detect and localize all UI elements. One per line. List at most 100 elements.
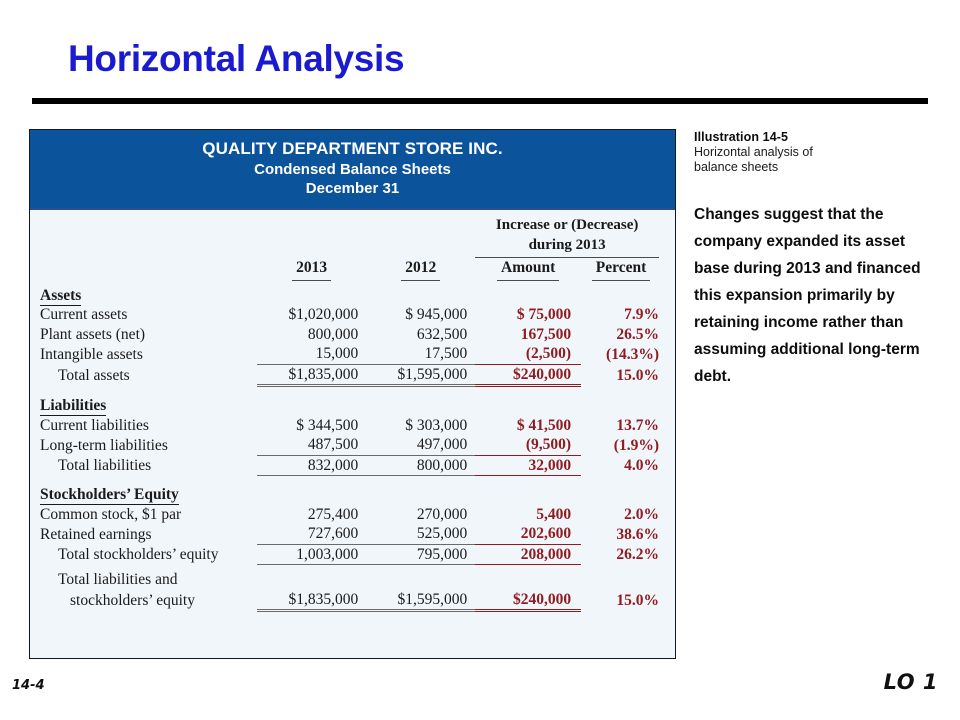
illustration-caption: Horizontal analysis of balance sheets [694,145,813,174]
section-heading-stockholders-equity: Stockholders’ Equity [40,486,179,505]
row-label: Common stock, $1 par [40,505,182,523]
exhibit-date: December 31 [305,180,400,197]
row-value-2013: $ 344,500 [296,416,359,434]
column-header-year-prior: 2012 [366,258,475,281]
table-row: Retained earnings 727,600 525,000 202,60… [40,524,661,545]
balance-sheet-body: Increase or (Decrease) during 2013 2013 … [30,210,675,618]
total-value-2012: $1,595,000 [366,364,476,387]
section-heading-row-assets: Assets [40,286,661,306]
row-value-2012: 17,500 [366,344,476,365]
row-value-2013: 15,000 [257,344,367,365]
total-label: Total stockholders’ equity [58,546,219,563]
grand-total-value-2012: $1,595,000 [366,589,476,612]
grand-total-value-percent: 15.0% [616,592,659,609]
group-header-line2: during 2013 [528,236,606,253]
row-value-2012: 497,000 [366,435,476,456]
row-label: Current assets [40,306,128,323]
row-value-2012: 270,000 [416,505,468,523]
row-label: Current liabilities [40,416,149,434]
table-row: Plant assets (net) 800,000 632,500 167,5… [40,325,661,345]
section-heading-row-equity: Stockholders’ Equity [40,485,661,505]
table-total-row: Total stockholders’ equity 1,003,000 795… [40,544,661,565]
row-value-percent: 26.5% [616,325,659,343]
total-value-percent: 15.0% [616,367,659,384]
section-heading-liabilities: Liabilities [40,397,107,416]
group-header-line1: Increase or (Decrease) [495,217,639,233]
total-label: Total assets [58,367,130,384]
column-header-percent: Percent [581,258,661,281]
column-header-amount: Amount [475,258,581,281]
balance-sheet-exhibit: QUALITY DEPARTMENT STORE INC. Condensed … [29,129,676,659]
exhibit-company-name: QUALITY DEPARTMENT STORE INC. [202,139,503,158]
group-header-spacer-y2 [366,216,475,258]
illustration-label: Illustration 14-5 [694,130,789,144]
total-value-amount: 208,000 [475,544,582,565]
row-spacer [40,386,661,397]
total-label: Total liabilities [58,457,152,474]
title-divider [32,98,928,104]
group-header-spacer-y1 [257,216,366,258]
table-row: Current assets $1,020,000 $ 945,000 $ 75… [40,305,661,325]
side-panel: Illustration 14-5 Horizontal analysis of… [694,130,944,390]
total-value-2013: 1,003,000 [257,544,367,565]
row-value-2013: 800,000 [307,325,359,343]
row-label: Long-term liabilities [40,436,168,454]
row-label: Retained earnings [40,525,152,543]
section-heading-assets: Assets [40,286,82,306]
row-value-amount: 202,600 [475,524,582,545]
row-value-percent: (1.9%) [613,436,659,454]
row-value-percent: 2.0% [624,505,659,523]
row-value-percent: 7.9% [624,306,659,323]
grand-total-label-line1: Total liabilities and [58,571,178,588]
row-label: Intangible assets [40,345,143,363]
row-value-percent: 13.7% [616,416,659,434]
group-header-spacer [40,216,257,258]
total-value-amount: 32,000 [475,455,582,476]
table-group-header-row: Increase or (Decrease) during 2013 [40,216,661,258]
table-total-row: Total liabilities 832,000 800,000 32,000… [40,455,661,476]
row-value-amount: $ 75,000 [516,306,572,323]
increase-decrease-group-header: Increase or (Decrease) during 2013 [475,216,661,258]
balance-sheet-table: Increase or (Decrease) during 2013 2013 … [40,216,661,612]
grand-total-row: stockholders’ equity $1,835,000 $1,595,0… [40,589,661,612]
column-header-label [40,258,257,281]
table-row: Intangible assets 15,000 17,500 (2,500) … [40,344,661,365]
total-value-percent: 26.2% [616,546,659,563]
grand-total-value-2013: $1,835,000 [257,589,367,612]
row-value-2012: $ 303,000 [405,416,468,434]
table-row: Current liabilities $ 344,500 $ 303,000 … [40,416,661,436]
row-spacer [40,476,661,486]
total-value-2012: 800,000 [366,455,476,476]
column-header-year-current: 2013 [257,258,366,281]
exhibit-statement-name: Condensed Balance Sheets [254,161,451,178]
row-value-2012: 632,500 [416,325,468,343]
total-value-2013: $1,835,000 [257,364,367,387]
row-value-amount: (9,500) [475,435,582,456]
row-value-2012: $ 945,000 [405,306,468,323]
table-row: Common stock, $1 par 275,400 270,000 5,4… [40,505,661,525]
row-label: Plant assets (net) [40,325,146,343]
table-row: Long-term liabilities 487,500 497,000 (9… [40,435,661,456]
row-value-2013: 275,400 [307,505,359,523]
row-value-amount: 167,500 [520,325,572,343]
grand-total-label-row: Total liabilities and [40,570,661,590]
exhibit-header: QUALITY DEPARTMENT STORE INC. Condensed … [30,130,675,210]
total-value-2013: 832,000 [257,455,367,476]
row-value-amount: (2,500) [475,344,582,365]
section-heading-row-liabilities: Liabilities [40,396,661,416]
row-value-amount: 5,400 [536,505,572,523]
grand-total-value-amount: $240,000 [475,589,582,612]
page-title: Horizontal Analysis [68,38,405,79]
row-value-amount: $ 41,500 [516,416,572,434]
row-value-2013: $1,020,000 [288,306,359,323]
grand-total-label-line2: stockholders’ equity [70,592,195,609]
table-column-header-row: 2013 2012 Amount Percent [40,258,661,281]
table-total-row: Total assets $1,835,000 $1,595,000 $240,… [40,364,661,387]
row-value-2013: 487,500 [257,435,367,456]
total-value-percent: 4.0% [624,457,659,474]
total-value-2012: 795,000 [366,544,476,565]
commentary-text: Changes suggest that the company expande… [694,206,921,385]
row-value-2013: 727,600 [257,524,367,545]
row-value-percent: (14.3%) [606,345,659,363]
total-value-amount: $240,000 [475,364,582,387]
